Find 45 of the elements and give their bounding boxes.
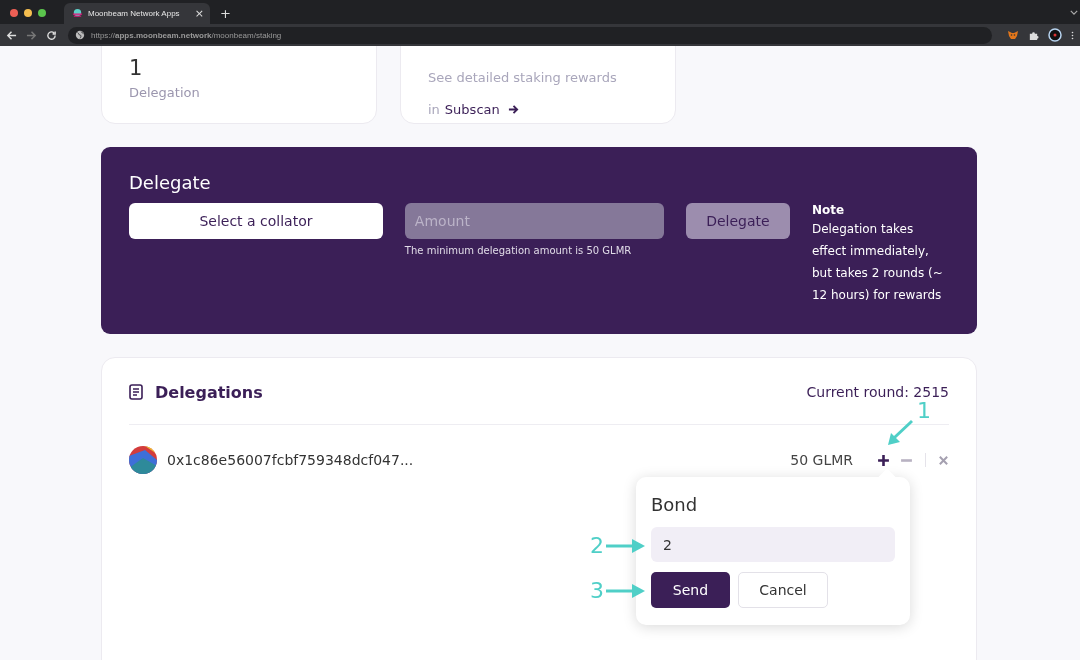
tab-title: Moonbeam Network Apps [88,9,181,18]
minimize-window-dot[interactable] [24,9,32,17]
browser-tab[interactable]: Moonbeam Network Apps × [64,3,210,24]
reload-icon[interactable] [46,29,57,41]
close-window-dot[interactable] [10,9,18,17]
popover-title: Bond [651,494,699,515]
rewards-text: See detailed staking rewards [428,70,618,85]
delegation-amount: 50 GLMR [790,452,853,468]
arrow-right-icon [507,104,519,115]
send-button[interactable]: Send [651,572,730,608]
cancel-button[interactable]: Cancel [738,572,828,608]
plus-icon[interactable] [877,453,890,467]
address-field[interactable]: https://apps.moonbeam.network/moonbeam/staking [68,26,992,44]
bond-amount-field[interactable]: 2 [651,527,895,562]
select-collator-button[interactable]: Select a collator [129,203,383,239]
collator-avatar-icon [129,446,157,474]
hint-text: The minimum delegation amount is 50 GLMR [404,245,633,256]
panel-title: Delegate [129,172,212,193]
document-icon [129,384,143,400]
annotation-number: 2 [590,533,604,559]
globe-icon [75,30,85,40]
annotation-arrow [606,583,646,599]
puzzle-icon[interactable] [1028,29,1039,41]
note-text: Delegation takes effect immediately, but takes 2 rounds (~ 12 hours) for rewards [811,221,944,304]
back-icon[interactable] [6,29,17,41]
annotation-number: 1 [917,398,931,424]
annotation-arrow [606,538,646,554]
note-title: Note [811,203,846,217]
collator-address: 0x1c86e56007fcbf759348dcf047... [167,452,415,468]
chevron-down-icon[interactable] [1070,10,1078,15]
prefix-text: in [428,102,440,117]
profile-avatar-icon[interactable] [1048,28,1062,42]
annotation-number: 3 [590,578,604,604]
stat-label: Delegation [129,85,201,100]
stat-value: 1 [129,57,144,79]
subscan-link[interactable]: Subscan [444,102,519,117]
tab-close-button[interactable]: × [194,7,204,20]
moon-logo-icon [72,8,83,19]
maximize-window-dot[interactable] [38,9,46,17]
section-title: Delegations [155,382,264,402]
annotation-arrow [885,418,915,448]
new-tab-button[interactable]: + [220,6,231,21]
current-round-text: Current round: 2515 [806,384,949,400]
amount-field[interactable]: Amount [404,203,664,239]
fox-icon[interactable] [1007,29,1019,41]
